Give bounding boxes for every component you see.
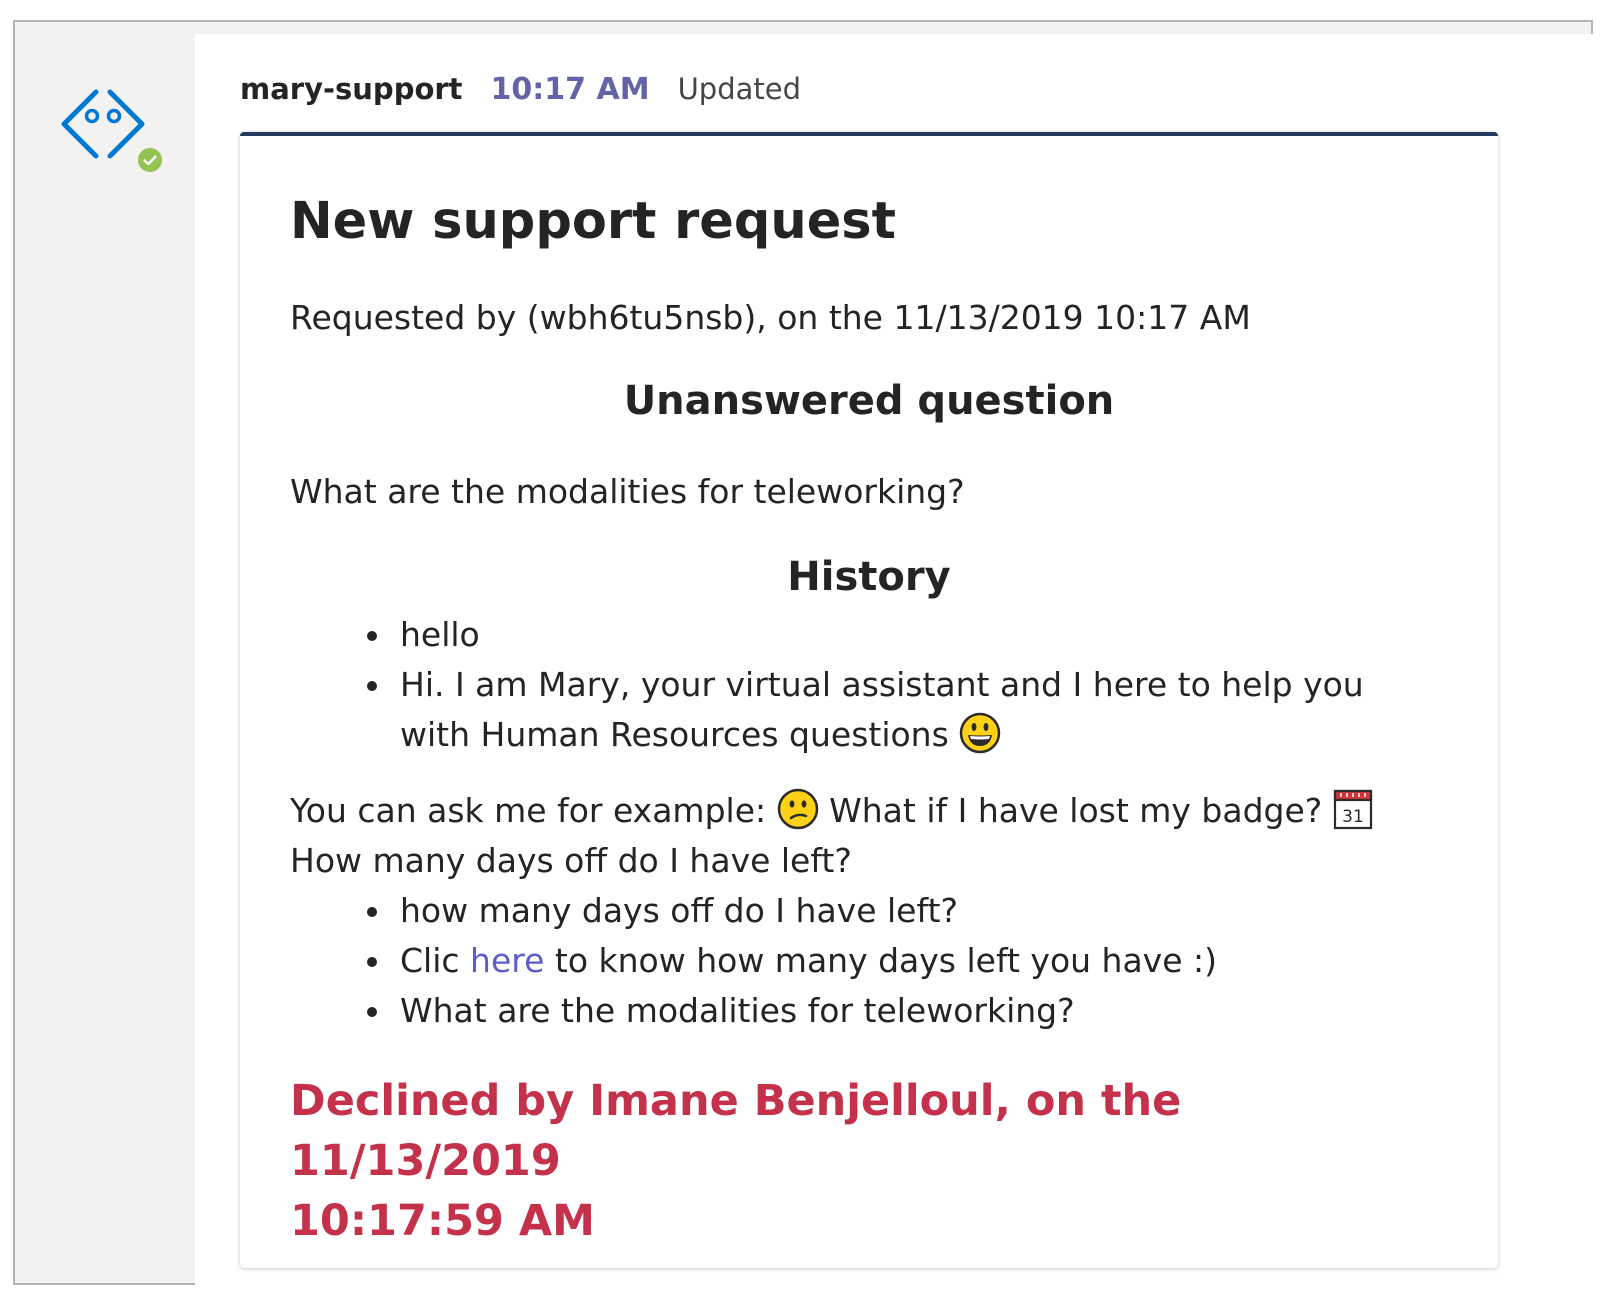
message-header: mary-support 10:17 AM Updated — [240, 72, 801, 112]
list-item: hello — [394, 610, 1444, 660]
examples-list: how many days off do I have left? Clic h… — [350, 886, 1444, 1036]
list-item: Clic here to know how many days left you… — [394, 936, 1444, 986]
list-item: Hi. I am Mary, your virtual assistant an… — [394, 660, 1444, 760]
confused-face-icon — [777, 788, 818, 830]
list-item: What are the modalities for teleworking? — [394, 986, 1444, 1036]
grinning-face-icon — [960, 712, 1001, 754]
list-item: how many days off do I have left? — [394, 886, 1444, 936]
requested-by-text: Requested by (wbh6tu5nsb), on the 11/13/… — [290, 298, 1251, 337]
history-heading: History — [787, 554, 951, 600]
history-list: hello Hi. I am Mary, your virtual assist… — [350, 610, 1444, 760]
examples-paragraph: You can ask me for example: What if I ha… — [290, 786, 1373, 886]
card-title: New support request — [290, 192, 897, 251]
updated-label: Updated — [677, 72, 801, 106]
unanswered-question-heading: Unanswered question — [623, 378, 1115, 424]
sender-name[interactable]: mary-support — [240, 72, 463, 106]
support-request-card: New support request Requested by (wbh6tu… — [240, 132, 1498, 1268]
here-link[interactable]: here — [470, 941, 544, 980]
presence-available-icon — [136, 146, 164, 174]
declined-status-text: Declined by Imane Benjelloul, on the 11/… — [290, 1076, 1182, 1246]
message-time: 10:17 AM — [490, 72, 650, 107]
svg-text:31: 31 — [1342, 807, 1364, 827]
unanswered-question-text: What are the modalities for teleworking? — [290, 472, 965, 511]
calendar-icon: 31 — [1333, 789, 1372, 830]
